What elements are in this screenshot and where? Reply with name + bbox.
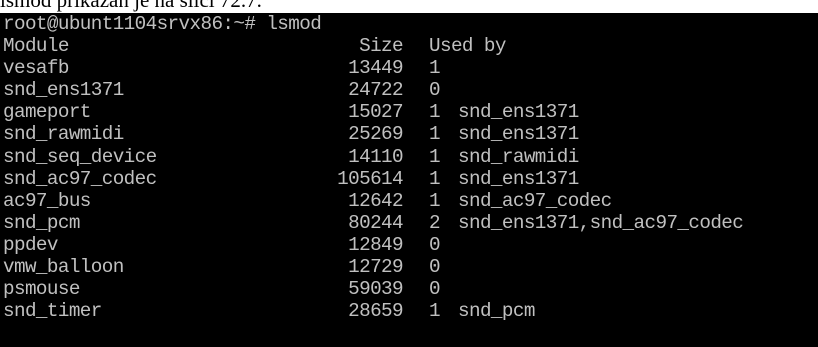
use-count: 0: [429, 79, 441, 102]
use-count: 1: [429, 189, 441, 212]
table-row: vmw_balloon 12729 0: [3, 256, 815, 278]
table-row: snd_ac97_codec 105614 1 snd_ens1371: [3, 168, 815, 190]
table-header: Module Size Used by: [3, 35, 815, 57]
use-count: 0: [429, 278, 441, 301]
use-count: 1: [429, 300, 441, 323]
use-count: 1: [429, 145, 441, 168]
used-by: snd_ens1371,snd_ac97_codec: [458, 211, 744, 234]
command-text: lsmod: [266, 13, 322, 35]
module-size: 12849: [348, 233, 403, 256]
module-name: snd_ens1371: [3, 79, 124, 102]
used-by: snd_ac97_codec: [458, 189, 612, 212]
module-size: 105614: [337, 167, 403, 190]
header-size: Size: [359, 35, 403, 58]
table-row: snd_ens1371 24722 0: [3, 79, 815, 101]
table-row: snd_timer 28659 1 snd_pcm: [3, 300, 815, 322]
used-by: snd_ens1371: [458, 101, 579, 124]
caption-text: lsmod prikazan je na slici 72.7.: [0, 0, 262, 13]
module-name: vesafb: [3, 57, 69, 80]
table-row: psmouse 59039 0: [3, 278, 815, 300]
module-size: 25269: [348, 123, 403, 146]
module-size: 15027: [348, 101, 403, 124]
use-count: 1: [429, 57, 441, 80]
use-count: 2: [429, 211, 441, 234]
table-row: gameport 15027 1 snd_ens1371: [3, 101, 815, 123]
header-module: Module: [3, 35, 69, 58]
module-name: snd_seq_device: [3, 145, 157, 168]
use-count: 0: [429, 256, 441, 279]
use-count: 1: [429, 101, 441, 124]
module-name: snd_timer: [3, 300, 102, 323]
used-by: snd_ens1371: [458, 123, 579, 146]
module-size: 12729: [348, 256, 403, 279]
use-count: 1: [429, 167, 441, 190]
used-by: snd_ens1371: [458, 167, 579, 190]
module-size: 13449: [348, 57, 403, 80]
module-name: snd_ac97_codec: [3, 167, 157, 190]
module-size: 28659: [348, 300, 403, 323]
use-count: 1: [429, 123, 441, 146]
module-name: snd_pcm: [3, 211, 80, 234]
module-name: gameport: [3, 101, 91, 124]
table-row: snd_pcm 80244 2 snd_ens1371,snd_ac97_codec: [3, 212, 815, 234]
module-size: 14110: [348, 145, 403, 168]
terminal-window[interactable]: root@ubunt1104srvx86:~# lsmod Module Siz…: [0, 13, 818, 347]
module-size: 24722: [348, 79, 403, 102]
module-name: ppdev: [3, 233, 58, 256]
table-row: vesafb 13449 1: [3, 57, 815, 79]
module-size: 80244: [348, 211, 403, 234]
table-row: snd_seq_device 14110 1 snd_rawmidi: [3, 146, 815, 168]
table-row: snd_rawmidi 25269 1 snd_ens1371: [3, 123, 815, 145]
module-size: 59039: [348, 278, 403, 301]
shell-prompt: root@ubunt1104srvx86:~#: [3, 13, 256, 35]
module-size: 12642: [348, 189, 403, 212]
module-list: vesafb 13449 1 snd_ens1371 24722 0 gameport 150…: [3, 57, 815, 322]
module-name: vmw_balloon: [3, 256, 124, 279]
used-by: snd_rawmidi: [458, 145, 579, 168]
used-by: snd_pcm: [458, 300, 535, 323]
table-row: ppdev 12849 0: [3, 234, 815, 256]
module-name: ac97_bus: [3, 189, 91, 212]
page: lsmod prikazan je na slici 72.7. root@ub…: [0, 0, 818, 347]
module-name: snd_rawmidi: [3, 123, 124, 146]
table-row: ac97_bus 12642 1 snd_ac97_codec: [3, 190, 815, 212]
terminal-output: root@ubunt1104srvx86:~# lsmod Module Siz…: [3, 13, 815, 322]
use-count: 0: [429, 233, 441, 256]
module-name: psmouse: [3, 278, 80, 301]
header-used-by: Used by: [429, 35, 506, 58]
command-line: root@ubunt1104srvx86:~# lsmod: [3, 13, 815, 35]
